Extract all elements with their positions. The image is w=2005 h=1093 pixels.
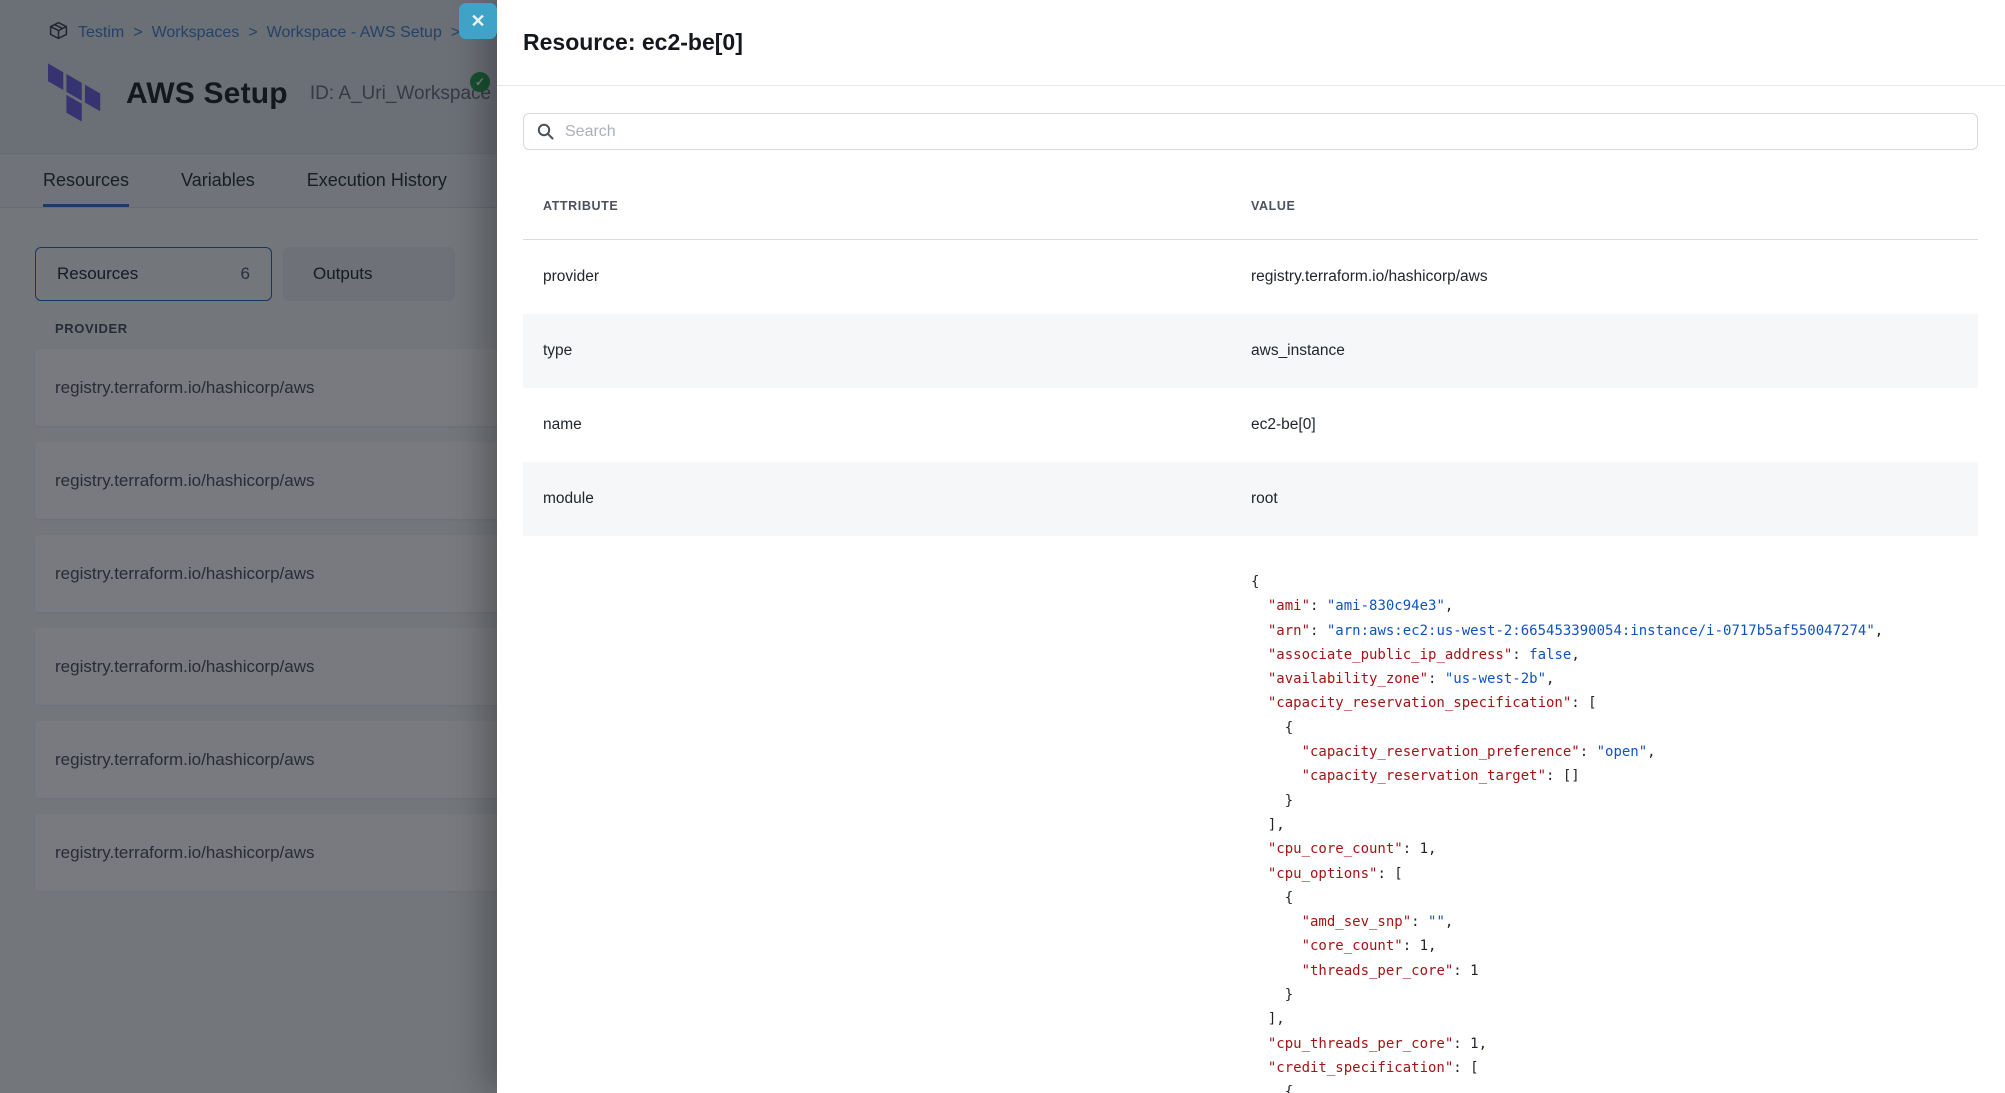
json-line: "core_count": 1, [1251,934,1883,958]
table-row: name ec2-be[0] [523,388,1978,462]
value-cell: aws_instance [1251,341,1345,361]
table-row: provider registry.terraform.io/hashicorp… [523,240,1978,314]
screen: Testim > Workspaces > Workspace - AWS Se… [0,0,2005,1093]
table-row: type aws_instance [523,314,1978,388]
column-header-value: VALUE [1251,198,1295,214]
json-line: "cpu_core_count": 1, [1251,837,1883,861]
table-row: module root [523,462,1978,536]
value-cell: registry.terraform.io/hashicorp/aws [1251,267,1488,287]
attribute-cell: type [523,341,1251,361]
json-line: ], [1251,813,1883,837]
json-line: "ami": "ami-830c94e3", [1251,594,1883,618]
table-row-attributes-json: { "ami": "ami-830c94e3", "arn": "arn:aws… [523,536,1978,1093]
panel-body: ATTRIBUTE VALUE provider registry.terraf… [497,86,2005,1093]
json-line: "capacity_reservation_target": [] [1251,764,1883,788]
json-line: "cpu_threads_per_core": 1, [1251,1032,1883,1056]
json-line: "availability_zone": "us-west-2b", [1251,667,1883,691]
table-header: ATTRIBUTE VALUE [523,198,1978,240]
search-input[interactable] [565,123,1977,141]
json-line: ], [1251,1007,1883,1031]
json-line: "associate_public_ip_address": false, [1251,643,1883,667]
resource-detail-panel: Resource: ec2-be[0] ATTRIBUTE VALUE prov… [497,0,2005,1093]
close-panel-button[interactable]: ✕ [459,3,497,39]
json-line: "capacity_reservation_specification": [ [1251,691,1883,715]
search-icon [537,123,554,140]
json-line: "capacity_reservation_preference": "open… [1251,740,1883,764]
json-line: "credit_specification": [ [1251,1056,1883,1080]
search-box [523,113,1978,150]
attribute-cell: name [523,415,1251,435]
attribute-cell: provider [523,267,1251,287]
column-header-attribute: ATTRIBUTE [523,198,1251,214]
attribute-cell: module [523,489,1251,509]
json-line: "threads_per_core": 1 [1251,959,1883,983]
json-line: } [1251,983,1883,1007]
json-line: { [1251,1080,1883,1093]
json-line: { [1251,570,1883,594]
json-line: "arn": "arn:aws:ec2:us-west-2:6654533900… [1251,619,1883,643]
json-line: { [1251,716,1883,740]
value-cell: ec2-be[0] [1251,415,1316,435]
value-cell: root [1251,489,1278,509]
json-viewer: { "ami": "ami-830c94e3", "arn": "arn:aws… [1251,536,1883,1093]
panel-header: Resource: ec2-be[0] [497,0,2005,86]
json-line: { [1251,886,1883,910]
json-line: "cpu_options": [ [1251,862,1883,886]
json-line: "amd_sev_snp": "", [1251,910,1883,934]
panel-title: Resource: ec2-be[0] [523,29,743,56]
json-line: } [1251,789,1883,813]
